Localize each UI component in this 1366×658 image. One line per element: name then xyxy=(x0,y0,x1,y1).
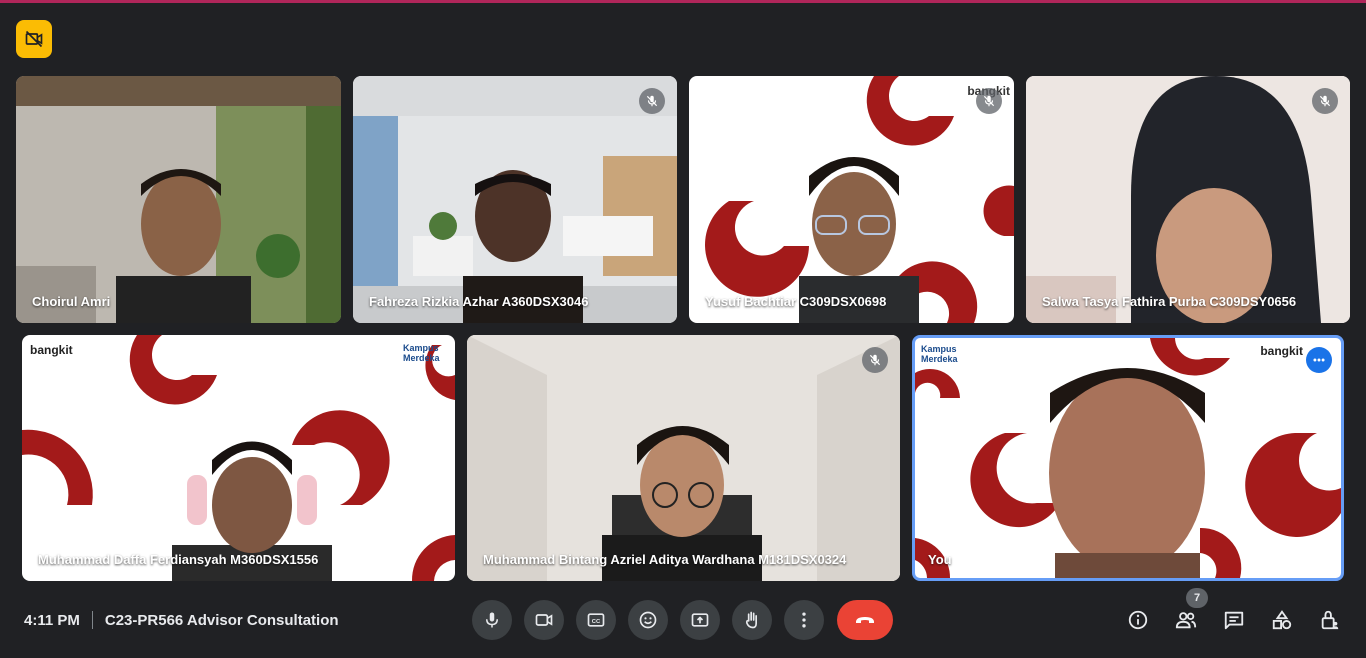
mic-muted-indicator xyxy=(639,88,665,114)
chat-button[interactable] xyxy=(1220,606,1248,634)
participant-name: Muhammad Bintang Azriel Aditya Wardhana … xyxy=(483,552,847,567)
emoji-icon xyxy=(639,611,657,629)
hand-icon xyxy=(745,611,757,629)
mic-off-icon xyxy=(869,354,881,366)
captions-button[interactable]: CC xyxy=(576,600,616,640)
captions-icon: CC xyxy=(587,613,605,627)
more-horizontal-icon xyxy=(1313,358,1325,362)
camera-icon xyxy=(535,614,553,626)
people-icon xyxy=(1175,612,1197,629)
reactions-button[interactable] xyxy=(628,600,668,640)
mic-muted-indicator xyxy=(1312,88,1338,114)
video-feed xyxy=(915,338,1341,578)
present-now-button[interactable] xyxy=(680,600,720,640)
host-controls-button[interactable] xyxy=(1316,606,1344,634)
participant-name: Salwa Tasya Fathira Purba C309DSY0656 xyxy=(1042,294,1297,309)
participant-tile[interactable]: Choirul Amri xyxy=(16,76,341,323)
participant-count-badge: 7 xyxy=(1186,588,1208,608)
mic-muted-indicator xyxy=(862,347,888,373)
activities-icon xyxy=(1272,610,1292,630)
kampus-merdeka-logo: Kampus Merdeka xyxy=(403,343,440,363)
video-feed xyxy=(16,76,341,323)
participant-tile[interactable]: bangkit Kampus Merdeka Muhammad Daffa Fe… xyxy=(22,335,455,581)
mic-muted-indicator xyxy=(976,88,1002,114)
video-feed xyxy=(1026,76,1350,323)
microphone-button[interactable] xyxy=(472,600,512,640)
mic-off-icon xyxy=(1319,95,1331,107)
participant-name: Fahreza Rizkia Azhar A360DSX3046 xyxy=(369,294,589,309)
more-vertical-icon xyxy=(802,612,806,628)
lock-person-icon xyxy=(1321,610,1339,630)
participant-tile[interactable]: Muhammad Bintang Azriel Aditya Wardhana … xyxy=(467,335,900,581)
video-feed xyxy=(353,76,677,323)
video-feed xyxy=(467,335,900,581)
participant-name: You xyxy=(928,552,952,567)
participant-tile[interactable]: Fahreza Rizkia Azhar A360DSX3046 xyxy=(353,76,677,323)
participant-name: Muhammad Daffa Ferdiansyah M360DSX1556 xyxy=(38,552,319,567)
people-button[interactable] xyxy=(1172,606,1200,634)
top-accent-line xyxy=(0,0,1366,3)
info-icon xyxy=(1128,610,1148,630)
participant-name: Yusuf Bachtiar C309DSX0698 xyxy=(705,294,887,309)
svg-text:CC: CC xyxy=(592,619,601,625)
participant-tile[interactable]: Salwa Tasya Fathira Purba C309DSY0656 xyxy=(1026,76,1350,323)
end-call-icon xyxy=(856,617,874,623)
video-off-icon xyxy=(25,30,43,48)
mic-off-icon xyxy=(983,95,995,107)
self-view-tile[interactable]: Kampus Merdeka bangkit You xyxy=(912,335,1344,581)
leave-call-button[interactable] xyxy=(837,600,893,640)
more-options-button[interactable] xyxy=(784,600,824,640)
meeting-details-button[interactable] xyxy=(1124,606,1152,634)
meeting-title: C23-PR566 Advisor Consultation xyxy=(104,611,339,629)
tile-more-options-button[interactable] xyxy=(1306,347,1332,373)
video-hidden-indicator-button[interactable] xyxy=(16,20,52,58)
camera-button[interactable] xyxy=(524,600,564,640)
participant-tile[interactable]: bangkit Yusuf Bachtiar C309DSX0698 xyxy=(689,76,1014,323)
video-feed xyxy=(705,76,1014,323)
meeting-time: 4:11 PM xyxy=(24,611,80,629)
mic-off-icon xyxy=(646,95,658,107)
video-feed xyxy=(22,335,455,581)
divider xyxy=(91,611,93,629)
chat-icon xyxy=(1224,611,1244,630)
raise-hand-button[interactable] xyxy=(732,600,772,640)
present-screen-icon xyxy=(691,613,709,627)
bangkit-logo: bangkit xyxy=(1260,344,1303,358)
kampus-merdeka-logo: Kampus Merdeka xyxy=(921,344,958,364)
activities-button[interactable] xyxy=(1268,606,1296,634)
mic-icon xyxy=(486,612,498,628)
participant-name: Choirul Amri xyxy=(32,294,111,309)
meeting-details: 4:11 PM C23-PR566 Advisor Consultation xyxy=(24,611,339,629)
bangkit-logo: bangkit xyxy=(30,343,73,357)
